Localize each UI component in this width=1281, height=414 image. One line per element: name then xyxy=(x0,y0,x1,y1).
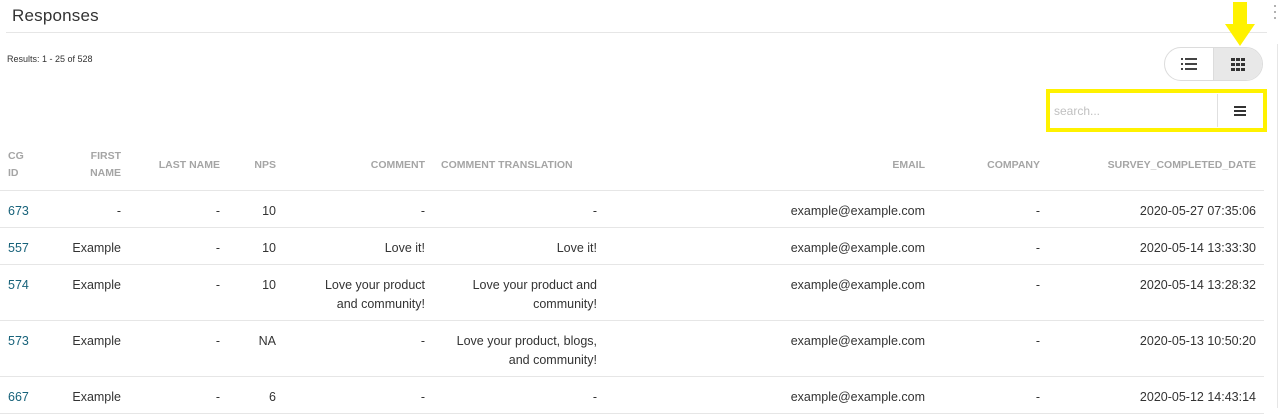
list-view-button[interactable] xyxy=(1165,48,1213,80)
first-name-cell: Example xyxy=(48,264,129,321)
first-name-cell: Example xyxy=(48,227,129,265)
survey-date-cell: 2020-05-13 10:50:20 xyxy=(1048,320,1264,377)
title-divider xyxy=(6,32,1267,33)
email-cell: example@example.com xyxy=(605,227,933,265)
comment-cell: Love your product and community! xyxy=(284,264,433,321)
email-cell: example@example.com xyxy=(605,264,933,321)
cg-id-link[interactable]: 673 xyxy=(8,204,29,218)
column-header-cg-id[interactable]: CG ID xyxy=(0,140,48,191)
company-cell: - xyxy=(933,264,1048,321)
nps-cell: 10 xyxy=(228,264,284,321)
cg-id-cell: 573 xyxy=(0,320,48,377)
highlight-arrow-icon xyxy=(1225,2,1255,46)
cg-id-cell: 673 xyxy=(0,190,48,228)
comment-translation-cell: Love your product, blogs, and community! xyxy=(433,320,605,377)
column-menu-button[interactable] xyxy=(1222,97,1258,124)
nps-cell: NA xyxy=(228,320,284,377)
last-name-cell: - xyxy=(129,320,228,377)
survey-date-cell: 2020-05-14 13:33:30 xyxy=(1048,227,1264,265)
nps-cell: 10 xyxy=(228,227,284,265)
list-icon xyxy=(1181,58,1197,70)
company-cell: - xyxy=(933,227,1048,265)
search-input[interactable] xyxy=(1054,96,1218,125)
grid-icon xyxy=(1231,57,1245,71)
last-name-cell: - xyxy=(129,227,228,265)
first-name-cell: - xyxy=(48,190,129,228)
last-name-cell: - xyxy=(129,264,228,321)
comment-translation-cell: Love it! xyxy=(433,227,605,265)
first-name-cell: Example xyxy=(48,320,129,377)
company-cell: - xyxy=(933,320,1048,377)
more-options-icon[interactable] xyxy=(1273,5,1277,19)
hamburger-icon xyxy=(1234,105,1246,116)
column-header-first-name[interactable]: FIRST NAME xyxy=(48,140,129,191)
column-header-email[interactable]: EMAIL xyxy=(605,140,933,191)
column-header-survey-completed-date[interactable]: SURVEY_COMPLETED_DATE xyxy=(1048,140,1264,191)
table-row: 673 - - 10 - - example@example.com - 202… xyxy=(0,190,1264,228)
cg-id-link[interactable]: 573 xyxy=(8,334,29,348)
comment-cell: - xyxy=(284,320,433,377)
cg-id-link[interactable]: 667 xyxy=(8,390,29,404)
column-header-nps[interactable]: NPS xyxy=(228,140,284,191)
nps-cell: 10 xyxy=(228,190,284,228)
cg-id-cell: 574 xyxy=(0,264,48,321)
comment-cell: - xyxy=(284,190,433,228)
comment-translation-cell: - xyxy=(433,190,605,228)
comment-cell: Love it! xyxy=(284,227,433,265)
view-toggle xyxy=(1164,47,1263,81)
cg-id-link[interactable]: 557 xyxy=(8,241,29,255)
grid-view-button[interactable] xyxy=(1213,48,1262,80)
search-divider xyxy=(1217,94,1218,127)
table-row: 557 Example - 10 Love it! Love it! examp… xyxy=(0,227,1264,265)
table-row: 573 Example - NA - Love your product, bl… xyxy=(0,320,1264,377)
table-row: 574 Example - 10 Love your product and co… xyxy=(0,264,1264,321)
survey-date-cell: 2020-05-14 13:28:32 xyxy=(1048,264,1264,321)
cg-id-cell: 557 xyxy=(0,227,48,265)
panel-edge xyxy=(1277,44,1278,408)
survey-date-cell: 2020-05-27 07:35:06 xyxy=(1048,190,1264,228)
cg-id-link[interactable]: 574 xyxy=(8,278,29,292)
page-title: Responses xyxy=(12,6,99,25)
results-count: Results: 1 - 25 of 528 xyxy=(7,54,93,64)
email-cell: example@example.com xyxy=(605,190,933,228)
column-header-last-name[interactable]: LAST NAME xyxy=(129,140,228,191)
responses-table: CG ID FIRST NAME LAST NAME NPS COMMENT COM… xyxy=(0,140,1264,414)
last-name-cell: - xyxy=(129,190,228,228)
search-highlight xyxy=(1046,89,1267,132)
table-header-row: CG ID FIRST NAME LAST NAME NPS COMMENT COM… xyxy=(0,140,1264,191)
company-cell: - xyxy=(933,190,1048,228)
column-header-company[interactable]: COMPANY xyxy=(933,140,1048,191)
column-header-comment[interactable]: COMMENT xyxy=(284,140,433,191)
column-header-comment-translation[interactable]: COMMENT TRANSLATION xyxy=(433,140,605,191)
comment-translation-cell: Love your product and community! xyxy=(433,264,605,321)
email-cell: example@example.com xyxy=(605,320,933,377)
